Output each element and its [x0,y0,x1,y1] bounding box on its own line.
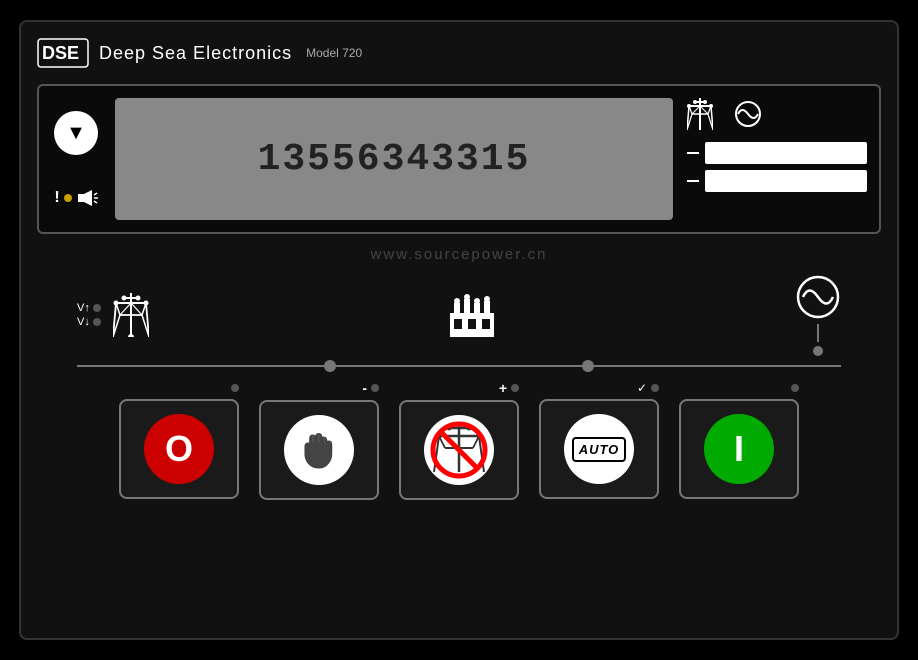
middle-section: www.sourcepower.cn V↑ V↓ [37,244,881,364]
stop-indicators: - [259,380,379,396]
right-vert-dot [813,346,823,356]
auto-label-box: AUTO [572,437,627,462]
conn-line-center [336,365,583,367]
conn-line-left [77,365,324,367]
warning-icons: ! [54,189,97,207]
checkmark-label: ✓ [637,381,647,395]
header: DSE Deep Sea Electronics Model 720 [37,38,881,74]
brand-name: Deep Sea Electronics [99,43,292,64]
on-led [791,384,799,392]
bar-row-1 [687,142,867,164]
v-up-led [93,304,101,312]
v-down-label: V↓ [77,316,101,328]
on-button-unit: I [679,381,799,499]
conn-dot-2 [582,360,594,372]
watermark-url: www.sourcepower.cn [371,246,548,263]
bottom-section: O - [37,380,881,500]
top-section: ! 13556343315 [37,84,881,234]
power-tower-large-left [113,293,149,337]
lcd-number: 13556343315 [258,138,531,181]
off-indicators [119,381,239,395]
connector-row [37,360,881,372]
factory-icon [446,293,498,337]
auto-text: AUTO [579,442,620,457]
conn-dot-1 [324,360,336,372]
gridoff-circle [424,415,494,485]
v-down-led [93,318,101,326]
off-circle: O [144,414,214,484]
right-vert-line [817,324,819,342]
sine-wave-icon-top [733,101,763,127]
lcd-display: 13556343315 [115,98,673,220]
down-arrow-button[interactable] [54,111,98,155]
top-icons-row [687,98,867,136]
left-indicators: ! [51,98,101,220]
minus-label: - [362,380,367,396]
bar-line-1 [687,152,699,154]
v-up-label: V↑ [77,302,101,314]
bar-line-2 [687,180,699,182]
model-label: Model 720 [306,46,362,60]
on-indicators [679,381,799,395]
no-grid-icon [429,420,489,480]
conn-line-right [594,365,841,367]
auto-button[interactable]: AUTO [539,399,659,499]
left-diag-group: V↑ V↓ [77,293,149,337]
on-button[interactable]: I [679,399,799,499]
gridoff-indicators: + [399,380,519,396]
auto-led [651,384,659,392]
auto-button-unit: ✓ AUTO [539,381,659,499]
off-button-unit: O [119,381,239,499]
v-labels: V↑ V↓ [77,302,101,328]
power-tower-icon-top [687,98,713,130]
dse-logo: DSE [37,38,89,68]
right-diag-group [795,274,841,356]
svg-text:DSE: DSE [42,43,79,63]
bar-row-2 [687,170,867,192]
auto-indicators: ✓ [539,381,659,395]
gridoff-button-unit: + [399,380,519,500]
diagram-row: V↑ V↓ [37,274,881,356]
bar-indicator-1 [705,142,867,164]
horn-icon [76,189,98,207]
off-button[interactable]: O [119,399,239,499]
exclamation-icon: ! [54,189,59,207]
auto-circle: AUTO [564,414,634,484]
hand-icon [299,430,339,470]
gridoff-led [511,384,519,392]
stop-button[interactable] [259,400,379,500]
stop-button-unit: - [259,380,379,500]
sine-wave-large [795,274,841,320]
main-panel: DSE Deep Sea Electronics Model 720 ! [19,20,899,640]
plus-label: + [499,380,507,396]
on-circle: I [704,414,774,484]
stop-led [371,384,379,392]
right-indicators [687,98,867,220]
gridoff-button[interactable] [399,400,519,500]
warning-led [64,194,72,202]
off-led [231,384,239,392]
bar-indicator-2 [705,170,867,192]
stop-circle [284,415,354,485]
